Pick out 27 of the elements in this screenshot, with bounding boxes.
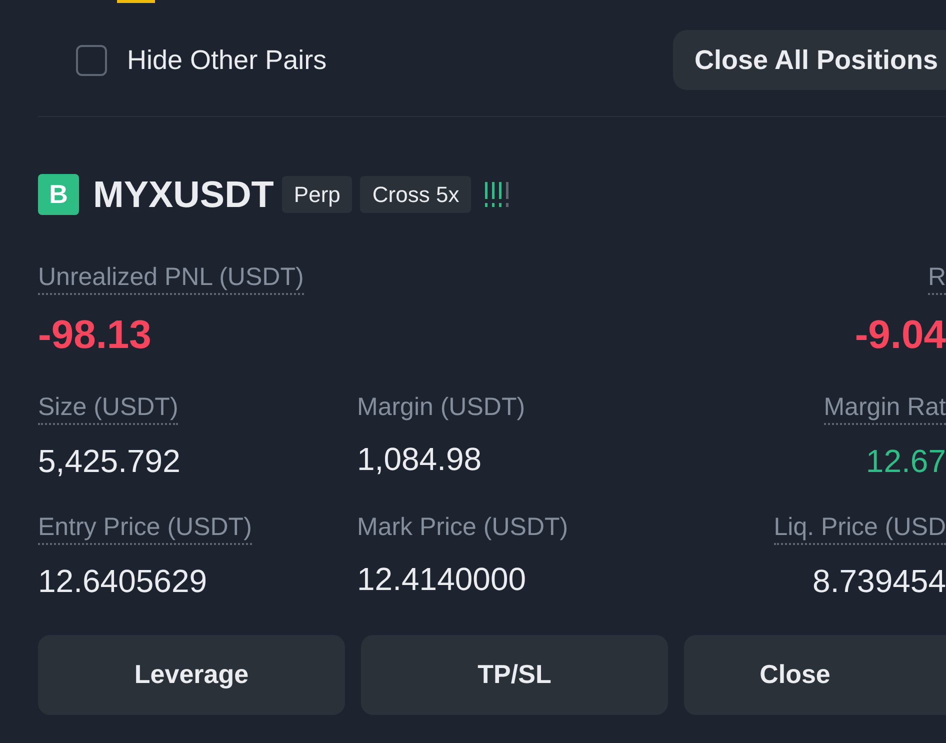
action-button[interactable]: TP/SL bbox=[361, 634, 668, 714]
action-button[interactable]: Close bbox=[684, 634, 946, 714]
stat-value: 12.6405629 bbox=[38, 562, 208, 600]
field-label: Mark Price (USDT) bbox=[357, 512, 568, 542]
pnl-value: -98.13 bbox=[38, 312, 152, 358]
symbol-badge: B bbox=[38, 174, 79, 216]
action-button[interactable]: Leverage bbox=[38, 634, 345, 714]
stat-value: 12.4140000 bbox=[357, 560, 526, 598]
position-tag: Perp bbox=[282, 176, 352, 214]
checkbox-label[interactable]: Hide Other Pairs bbox=[127, 40, 327, 80]
stat-value: 8.739454 bbox=[812, 562, 946, 600]
position-tag: Cross 5x bbox=[360, 176, 472, 214]
tab-indicator bbox=[117, 0, 155, 3]
stat-value: 12.67 bbox=[866, 442, 946, 480]
field-label[interactable]: Entry Price (USDT) bbox=[38, 510, 252, 544]
checkbox[interactable] bbox=[76, 44, 107, 76]
symbol-name: MYXUSDT bbox=[93, 173, 274, 217]
field-label[interactable]: Margin Rat bbox=[824, 390, 946, 424]
field-label: Margin (USDT) bbox=[357, 392, 526, 422]
field-label[interactable]: Size (USDT) bbox=[38, 390, 178, 424]
field-label[interactable]: Unrealized PNL (USDT) bbox=[38, 260, 304, 294]
close-all-positions-button[interactable]: Close All Positions bbox=[673, 30, 946, 90]
field-label[interactable]: R bbox=[928, 260, 946, 294]
pnl-value: -9.04 bbox=[854, 312, 946, 358]
stat-value: 5,425.792 bbox=[38, 442, 180, 480]
field-label[interactable]: Liq. Price (USD bbox=[774, 510, 946, 544]
stat-value: 1,084.98 bbox=[357, 440, 482, 478]
